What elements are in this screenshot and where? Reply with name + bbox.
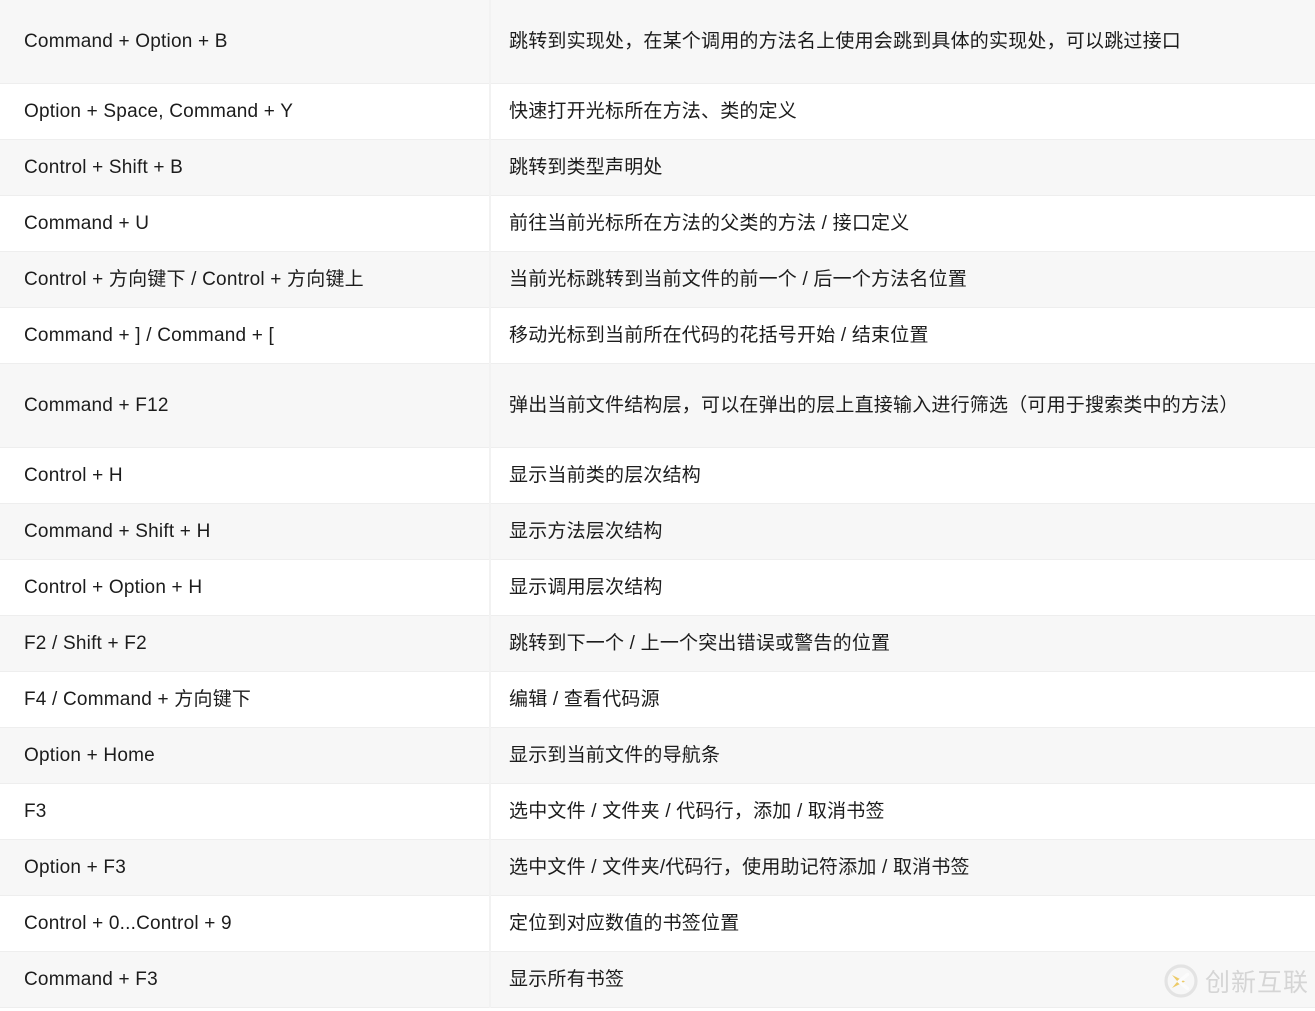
shortcut-key-cell: F4 / Command + 方向键下 [0, 671, 491, 728]
shortcut-key-cell: Option + Home [0, 727, 491, 784]
shortcut-description-cell: 弹出当前文件结构层，可以在弹出的层上直接输入进行筛选（可用于搜索类中的方法） [490, 363, 1315, 448]
shortcut-key-cell: Command + Option + B [0, 0, 491, 84]
table-row: Control + 0...Control + 9 定位到对应数值的书签位置 [0, 895, 1315, 952]
shortcut-description-cell: 跳转到下一个 / 上一个突出错误或警告的位置 [490, 615, 1315, 672]
shortcut-key-cell: Command + F3 [0, 951, 491, 1008]
table-row: Control + Option + H 显示调用层次结构 [0, 559, 1315, 616]
shortcut-key-cell: Control + H [0, 447, 491, 504]
shortcut-key-cell: Control + Shift + B [0, 139, 491, 196]
shortcut-description-cell: 显示当前类的层次结构 [490, 447, 1315, 504]
table-row: Command + ] / Command + [移动光标到当前所在代码的花括号… [0, 307, 1315, 364]
shortcut-description-cell: 显示调用层次结构 [490, 559, 1315, 616]
shortcut-description-cell: 跳转到实现处，在某个调用的方法名上使用会跳到具体的实现处，可以跳过接口 [490, 0, 1315, 84]
table-row: Option + Space, Command + Y 快速打开光标所在方法、类的… [0, 83, 1315, 140]
table-row: Option + Home 显示到当前文件的导航条 [0, 727, 1315, 784]
shortcut-key-cell: Command + Shift + H [0, 503, 491, 560]
shortcut-description-cell: 显示方法层次结构 [490, 503, 1315, 560]
shortcut-key-cell: Command + ] / Command + [ [0, 307, 491, 364]
table-row: Control + 方向键下 / Control + 方向键上 当前光标跳转到当前… [0, 251, 1315, 308]
shortcut-key-cell: Control + 方向键下 / Control + 方向键上 [0, 251, 491, 308]
shortcut-key-cell: Control + Option + H [0, 559, 491, 616]
table-row: Option + F3 选中文件 / 文件夹/代码行，使用助记符添加 / 取消书签 [0, 839, 1315, 896]
shortcut-key-cell: F2 / Shift + F2 [0, 615, 491, 672]
shortcut-key-cell: Option + Space, Command + Y [0, 83, 491, 140]
table-row: Command + Option + B 跳转到实现处，在某个调用的方法名上使用会… [0, 0, 1315, 84]
shortcut-reference-table: Command + Option + B 跳转到实现处，在某个调用的方法名上使用会… [0, 0, 1315, 1008]
shortcut-key-cell: F3 [0, 783, 491, 840]
table-row: F2 / Shift + F2 跳转到下一个 / 上一个突出错误或警告的位置 [0, 615, 1315, 672]
table-row: Control + H 显示当前类的层次结构 [0, 447, 1315, 504]
shortcut-key-cell: Control + 0...Control + 9 [0, 895, 491, 952]
table-row: Command + U 前往当前光标所在方法的父类的方法 / 接口定义 [0, 195, 1315, 252]
table-row: F4 / Command + 方向键下 编辑 / 查看代码源 [0, 671, 1315, 728]
shortcut-description-cell: 显示所有书签 [490, 951, 1315, 1008]
shortcut-description-cell: 编辑 / 查看代码源 [490, 671, 1315, 728]
shortcut-description-cell: 快速打开光标所在方法、类的定义 [490, 83, 1315, 140]
shortcut-description-cell: 跳转到类型声明处 [490, 139, 1315, 196]
shortcut-description-cell: 当前光标跳转到当前文件的前一个 / 后一个方法名位置 [490, 251, 1315, 308]
shortcut-description-cell: 选中文件 / 文件夹/代码行，使用助记符添加 / 取消书签 [490, 839, 1315, 896]
table-body: Command + Option + B 跳转到实现处，在某个调用的方法名上使用会… [0, 0, 1315, 1008]
shortcut-key-cell: Command + F12 [0, 363, 491, 448]
shortcut-description-cell: 前往当前光标所在方法的父类的方法 / 接口定义 [490, 195, 1315, 252]
shortcut-description-cell: 定位到对应数值的书签位置 [490, 895, 1315, 952]
shortcut-description-cell: 显示到当前文件的导航条 [490, 727, 1315, 784]
table-row: Control + Shift + B 跳转到类型声明处 [0, 139, 1315, 196]
shortcut-key-cell: Option + F3 [0, 839, 491, 896]
table-row: Command + F3 显示所有书签 [0, 951, 1315, 1008]
table-row: F3 选中文件 / 文件夹 / 代码行，添加 / 取消书签 [0, 783, 1315, 840]
table-row: Command + F12 弹出当前文件结构层，可以在弹出的层上直接输入进行筛选（… [0, 363, 1315, 448]
shortcut-description-cell: 选中文件 / 文件夹 / 代码行，添加 / 取消书签 [490, 783, 1315, 840]
shortcut-description-cell: 移动光标到当前所在代码的花括号开始 / 结束位置 [490, 307, 1315, 364]
shortcut-key-cell: Command + U [0, 195, 491, 252]
table-row: Command + Shift + H 显示方法层次结构 [0, 503, 1315, 560]
